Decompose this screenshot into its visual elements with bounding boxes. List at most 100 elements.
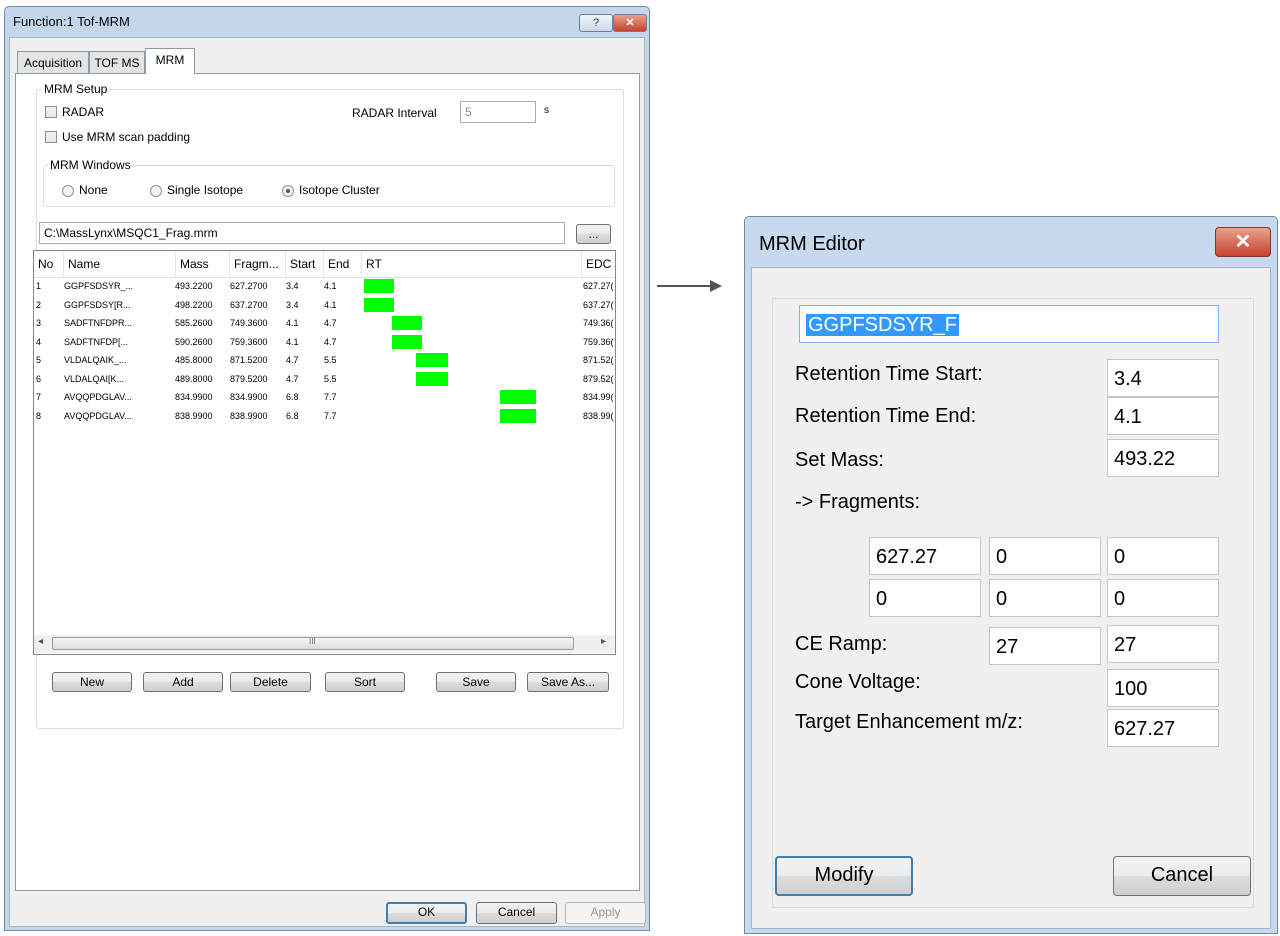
radar-checkbox[interactable] [45, 106, 57, 118]
ce-ramp-end-input[interactable]: 27 [1107, 625, 1219, 663]
rt-window-bar [392, 316, 422, 330]
tab-mrm[interactable]: MRM [145, 48, 195, 74]
table-row[interactable]: 8 AVQQPDGLAV... 838.9900 838.9900 6.8 7.7 838.… [34, 407, 615, 425]
scroll-left-icon[interactable]: ◂ [38, 636, 43, 647]
cell-frag: 838.9900 [230, 410, 268, 421]
rt-window-bar [500, 390, 536, 404]
table-row[interactable]: 4 SADFTNFDP[... 590.2600 759.3600 4.1 4.7 759.… [34, 333, 615, 351]
fragment-input-6[interactable]: 0 [1107, 579, 1219, 617]
scroll-right-icon[interactable]: ▸ [601, 636, 606, 647]
column-header-mass[interactable]: Mass [176, 251, 230, 277]
cell-end: 4.1 [324, 299, 337, 310]
cell-name: VLDALQAIK_... [64, 355, 127, 365]
flow-arrow-icon [710, 280, 722, 292]
radar-label: RADAR [62, 105, 105, 119]
table-row[interactable]: 1 GGPFSDSYR_... 493.2200 627.2700 3.4 4.1 627.… [34, 277, 615, 295]
tab-tof-ms[interactable]: TOF MS [89, 51, 145, 73]
tab-acquisition[interactable]: Acquisition [17, 51, 89, 73]
ce-ramp-label: CE Ramp: [795, 633, 888, 655]
radar-interval-input[interactable]: 5 [460, 101, 536, 123]
cell-start: 4.1 [286, 318, 299, 328]
column-header-no[interactable]: No [34, 251, 64, 277]
ok-button[interactable]: OK [386, 902, 467, 924]
scan-padding-checkbox[interactable] [45, 131, 57, 143]
column-header-rt[interactable]: RT [362, 251, 582, 277]
rt-start-label: Retention Time Start: [795, 363, 983, 385]
column-header-end[interactable]: End [324, 251, 362, 277]
radio-isotope-cluster[interactable] [282, 185, 294, 197]
table-row[interactable]: 7 AVQQPDGLAV... 834.9900 834.9900 6.8 7.7 834.… [34, 388, 615, 406]
rt-start-input[interactable]: 3.4 [1107, 359, 1219, 397]
list-rows: 1 GGPFSDSYR_... 493.2200 627.2700 3.4 4.1 627.… [34, 277, 615, 617]
save-button[interactable]: Save [436, 672, 516, 692]
apply-button[interactable]: Apply [565, 902, 646, 924]
radar-interval-unit: s [544, 105, 549, 116]
dialog-title: Function:1 Tof-MRM [13, 14, 130, 29]
mrm-file-path-input[interactable]: C:\MassLynx\MSQC1_Frag.mrm [39, 222, 565, 244]
radio-none[interactable] [62, 185, 74, 197]
table-row[interactable]: 5 VLDALQAIK_... 485.8000 871.5200 4.7 5.5 871.… [34, 351, 615, 369]
radio-single-isotope[interactable] [150, 185, 162, 197]
cell-start: 3.4 [286, 281, 299, 291]
cell-start: 4.1 [286, 336, 299, 347]
cell-no: 3 [36, 318, 42, 328]
mrm-setup-label: MRM Setup [42, 82, 110, 96]
cone-voltage-input[interactable]: 100 [1107, 669, 1219, 707]
transition-name-input[interactable]: GGPFSDSYR_F [799, 305, 1219, 343]
cancel-button[interactable]: Cancel [476, 902, 557, 924]
fragment-input-3[interactable]: 0 [1107, 537, 1219, 575]
editor-cancel-button[interactable]: Cancel [1113, 856, 1251, 896]
cell-name: VLDALQAI[K... [64, 373, 125, 384]
editor-title: MRM Editor [759, 233, 865, 255]
transition-name-selected-text: GGPFSDSYR_F [806, 314, 959, 336]
scan-padding-label: Use MRM scan padding [62, 130, 191, 144]
cell-no: 1 [36, 281, 42, 291]
cell-no: 2 [36, 299, 42, 310]
cell-start: 6.8 [286, 392, 299, 402]
cell-start: 4.7 [286, 355, 299, 365]
scroll-thumb[interactable]: III [52, 637, 574, 650]
cell-edc: 637.27( [583, 299, 614, 310]
cell-frag: 749.3600 [230, 318, 268, 328]
cell-name: GGPFSDSY[R... [64, 299, 131, 310]
cell-frag: 834.9900 [230, 392, 268, 402]
column-header-edc[interactable]: EDC [582, 251, 615, 277]
fragment-input-1[interactable]: 627.27 [869, 537, 981, 575]
save-as-button[interactable]: Save As... [527, 672, 609, 692]
modify-button[interactable]: Modify [775, 856, 913, 896]
fragment-input-5[interactable]: 0 [989, 579, 1101, 617]
fragment-input-2[interactable]: 0 [989, 537, 1101, 575]
sort-button[interactable]: Sort [325, 672, 405, 692]
editor-close-button[interactable]: ✕ [1215, 227, 1271, 257]
fragment-input-4[interactable]: 0 [869, 579, 981, 617]
table-row[interactable]: 3 SADFTNFDPR... 585.2600 749.3600 4.1 4.7 749.… [34, 314, 615, 332]
target-enhancement-input[interactable]: 627.27 [1107, 709, 1219, 747]
horizontal-scrollbar[interactable]: ◂ III ▸ [34, 635, 615, 653]
rt-end-input[interactable]: 4.1 [1107, 397, 1219, 435]
add-button[interactable]: Add [143, 672, 223, 692]
column-header-name[interactable]: Name [64, 251, 176, 277]
browse-button[interactable]: ... [576, 224, 611, 244]
mrm-windows-label: MRM Windows [48, 158, 133, 172]
rt-window-bar [500, 408, 536, 423]
rt-window-bar [416, 371, 448, 386]
ce-ramp-start-input[interactable]: 27 [989, 627, 1101, 665]
help-button[interactable]: ? [579, 14, 613, 32]
rt-window-bar [416, 353, 448, 367]
mrm-editor-dialog: MRM Editor ✕ GGPFSDSYR_F Retention Time … [744, 216, 1278, 934]
cell-no: 8 [36, 410, 42, 421]
column-header-fragment[interactable]: Fragm... [230, 251, 286, 277]
table-row[interactable]: 6 VLDALQAI[K... 489.8000 879.5200 4.7 5.5 879.… [34, 370, 615, 388]
cell-name: SADFTNFDPR... [64, 318, 133, 328]
cell-frag: 627.2700 [230, 281, 268, 291]
column-header-start[interactable]: Start [286, 251, 324, 277]
new-button[interactable]: New [52, 672, 132, 692]
table-row[interactable]: 2 GGPFSDSY[R... 498.2200 637.2700 3.4 4.1 637.… [34, 296, 615, 314]
delete-button[interactable]: Delete [230, 672, 311, 692]
cell-frag: 871.5200 [230, 355, 268, 365]
set-mass-input[interactable]: 493.22 [1107, 439, 1219, 477]
set-mass-label: Set Mass: [795, 449, 884, 471]
close-button[interactable]: ✕ [613, 14, 647, 32]
mrm-transition-list[interactable]: No Name Mass Fragm... Start End RT EDC 1… [33, 250, 616, 655]
cell-start: 3.4 [286, 299, 299, 310]
